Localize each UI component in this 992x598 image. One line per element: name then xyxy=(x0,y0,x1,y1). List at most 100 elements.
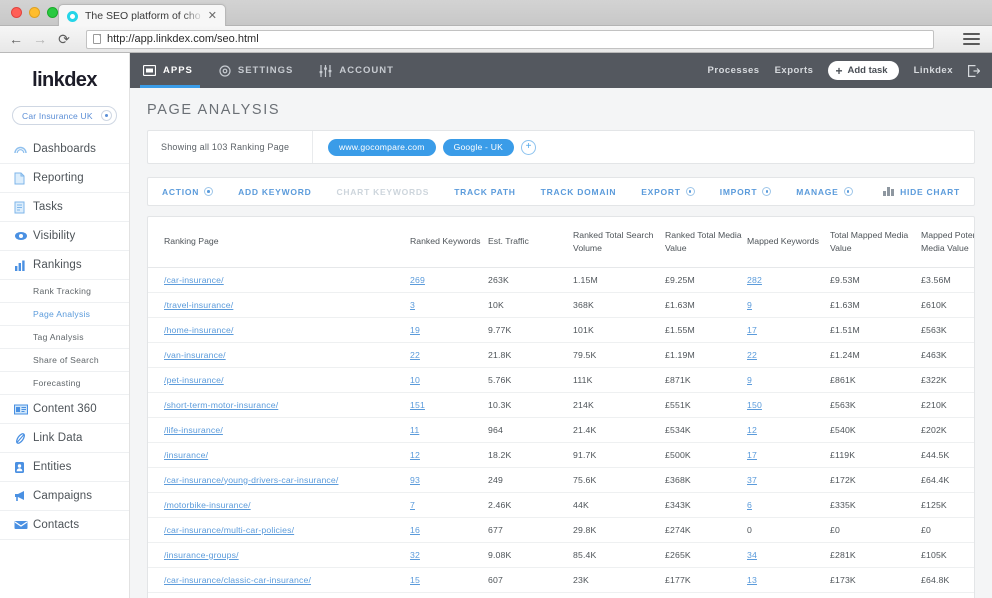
cell-ranking-page[interactable]: /car-insurance/ xyxy=(148,267,410,293)
hide-chart-button[interactable]: HIDE CHART xyxy=(883,187,960,197)
cell-ranked-keywords[interactable]: 15 xyxy=(410,567,488,593)
column-header-ranked-total-search-volume[interactable]: Ranked Total Search Volume xyxy=(573,217,665,268)
cell-mapped-keywords-link[interactable]: 22 xyxy=(747,350,757,360)
cell-ranked-keywords[interactable]: 11 xyxy=(410,417,488,443)
browser-menu-icon[interactable] xyxy=(963,33,980,45)
sidebar-item-contacts[interactable]: Contacts xyxy=(0,511,129,540)
table-row[interactable]: /car-insurance/classic-car-insurance/15 6… xyxy=(148,567,974,593)
cell-ranking-page[interactable]: /insurance/ xyxy=(148,442,410,468)
cell-ranked-keywords[interactable]: 22 xyxy=(410,342,488,368)
cell-ranked-keywords-link[interactable]: 32 xyxy=(410,550,420,560)
cell-mapped-keywords-link[interactable]: 6 xyxy=(747,500,752,510)
cell-ranked-keywords[interactable]: 3 xyxy=(410,292,488,318)
action-button[interactable]: ACTION xyxy=(162,187,214,197)
column-header-est-traffic[interactable]: Est. Traffic xyxy=(488,217,573,268)
column-header-total-mapped-media-value[interactable]: Total Mapped Media Value xyxy=(830,217,921,268)
cell-ranked-keywords-link[interactable]: 15 xyxy=(410,575,420,585)
cell-ranking-page-link[interactable]: /car-insurance/multi-car-policies/ xyxy=(164,525,294,535)
table-row[interactable]: /van-insurance/22 21.8K 79.5K £1.19M 22 £1.24… xyxy=(148,342,974,368)
cell-ranking-page-link[interactable]: /car-insurance/classic-car-insurance/ xyxy=(164,575,311,585)
table-row[interactable]: /travel-insurance/3 10K 368K £1.63M 9 £1.63M £… xyxy=(148,292,974,318)
cell-ranked-keywords-link[interactable]: 16 xyxy=(410,525,420,535)
track-domain-button[interactable]: TRACK DOMAIN xyxy=(541,187,617,197)
cell-ranking-page[interactable]: /car-insurance/multi-car-policies/ xyxy=(148,517,410,543)
filter-chip-domain[interactable]: www.gocompare.com xyxy=(328,138,436,156)
cell-ranked-keywords[interactable]: 269 xyxy=(410,267,488,293)
close-icon[interactable]: ✕ xyxy=(208,10,217,22)
sidebar-item-content-360[interactable]: Content 360 xyxy=(0,395,129,424)
sidebar-item-visibility[interactable]: Visibility xyxy=(0,222,129,251)
cell-ranking-page-link[interactable]: /home-insurance/ xyxy=(164,325,234,335)
cell-ranked-keywords[interactable]: 10 xyxy=(410,367,488,393)
sidebar-item-campaigns[interactable]: Campaigns xyxy=(0,482,129,511)
cell-ranked-keywords[interactable]: 24 xyxy=(410,592,488,598)
cell-mapped-keywords[interactable]: 282 xyxy=(747,267,830,293)
import-button[interactable]: IMPORT xyxy=(720,187,772,197)
cell-ranking-page-link[interactable]: /motorbike-insurance/ xyxy=(164,500,251,510)
cell-ranked-keywords-link[interactable]: 7 xyxy=(410,500,415,510)
sidebar-item-dashboards[interactable]: Dashboards xyxy=(0,135,129,164)
logo[interactable]: linkdex xyxy=(0,53,129,106)
cell-mapped-keywords-link[interactable]: 12 xyxy=(747,425,757,435)
exports-link[interactable]: Exports xyxy=(775,65,814,76)
cell-mapped-keywords-link[interactable]: 17 xyxy=(747,325,757,335)
cell-mapped-keywords-link[interactable]: 282 xyxy=(747,275,762,285)
close-window-button[interactable] xyxy=(11,7,22,18)
track-path-button[interactable]: TRACK PATH xyxy=(454,187,515,197)
table-row[interactable]: /motorbike-insurance/7 2.46K 44K £343K 6 £335… xyxy=(148,492,974,518)
add-filter-icon[interactable]: + xyxy=(521,139,537,155)
table-row[interactable]: /home-insurance/19 9.77K 101K £1.55M 17 £1.51… xyxy=(148,317,974,343)
sidebar-item-reporting[interactable]: Reporting xyxy=(0,164,129,193)
cell-ranking-page[interactable]: /home-insurance/ xyxy=(148,317,410,343)
cell-ranking-page-link[interactable]: /insurance/ xyxy=(164,450,208,460)
table-row[interactable]: /short-term-motor-insurance/151 10.3K 214K… xyxy=(148,392,974,418)
cell-ranked-keywords-link[interactable]: 3 xyxy=(410,300,415,310)
column-header-mapped-potential-media-value[interactable]: Mapped Potential Media Value xyxy=(921,217,974,268)
table-row[interactable]: /car-insurance/young-drivers-car-insuran… xyxy=(148,467,974,493)
table-row[interactable]: /life-insurance/11 964 21.4K £534K 12 £540K £2… xyxy=(148,417,974,443)
export-button[interactable]: EXPORT xyxy=(641,187,695,197)
browser-tab[interactable]: The SEO platform of cho ✕ xyxy=(58,4,226,27)
cell-mapped-keywords[interactable]: 9 xyxy=(747,292,830,318)
add-keyword-button[interactable]: ADD KEYWORD xyxy=(238,187,311,197)
cell-ranked-keywords[interactable]: 19 xyxy=(410,317,488,343)
cell-mapped-keywords[interactable]: 17 xyxy=(747,317,830,343)
cell-mapped-keywords[interactable]: 6 xyxy=(747,492,830,518)
cell-ranking-page-link[interactable]: /life-insurance/ xyxy=(164,425,223,435)
cell-ranked-keywords[interactable]: 32 xyxy=(410,542,488,568)
cell-ranking-page[interactable]: /car-insurance/young-drivers-car-insuran… xyxy=(148,467,410,493)
sidebar-item-tasks[interactable]: Tasks xyxy=(0,193,129,222)
cell-ranking-page[interactable]: /life-insurance/ xyxy=(148,417,410,443)
window-controls[interactable] xyxy=(11,7,58,18)
cell-ranked-keywords-link[interactable]: 19 xyxy=(410,325,420,335)
sidebar-item-rankings[interactable]: Rankings xyxy=(0,251,129,280)
cell-mapped-keywords[interactable]: 22 xyxy=(747,342,830,368)
sidebar-item-share-of-search[interactable]: Share of Search xyxy=(0,349,129,372)
cell-mapped-keywords[interactable]: 3 xyxy=(747,592,830,598)
column-header-ranked-keywords[interactable]: Ranked Keywords xyxy=(410,217,488,268)
tab-account[interactable]: ACCOUNT xyxy=(306,53,407,88)
cell-mapped-keywords[interactable]: 13 xyxy=(747,567,830,593)
cell-ranked-keywords-link[interactable]: 11 xyxy=(410,425,419,435)
user-name[interactable]: Linkdex xyxy=(914,65,953,76)
table-row[interactable]: /car-insurance/multi-car-policies/16 677 2… xyxy=(148,517,974,543)
tab-apps[interactable]: APPS xyxy=(130,53,206,88)
cell-ranking-page[interactable]: /insurance-groups/ xyxy=(148,542,410,568)
cell-mapped-keywords-link[interactable]: 9 xyxy=(747,300,752,310)
cell-ranking-page-link[interactable]: /car-insurance/ xyxy=(164,275,224,285)
filter-chip-engine[interactable]: Google - UK xyxy=(442,138,515,156)
cell-mapped-keywords[interactable]: 37 xyxy=(747,467,830,493)
cell-ranking-page[interactable]: /motorbike-insurance/ xyxy=(148,492,410,518)
table-row[interactable]: /pet-insurance/10 5.76K 111K £871K 9 £861K £32… xyxy=(148,367,974,393)
cell-ranking-page-link[interactable]: /short-term-motor-insurance/ xyxy=(164,400,278,410)
column-header-mapped-keywords[interactable]: Mapped Keywords xyxy=(747,217,830,268)
cell-ranked-keywords[interactable]: 7 xyxy=(410,492,488,518)
cell-ranking-page-link[interactable]: /insurance-groups/ xyxy=(164,550,239,560)
cell-ranking-page-link[interactable]: /car-insurance/young-drivers-car-insuran… xyxy=(164,475,338,485)
reload-icon[interactable]: ⟳ xyxy=(54,31,74,48)
cell-mapped-keywords[interactable]: 12 xyxy=(747,417,830,443)
cell-ranked-keywords-link[interactable]: 22 xyxy=(410,350,420,360)
cell-ranked-keywords-link[interactable]: 151 xyxy=(410,400,425,410)
cell-ranking-page[interactable]: /travel-insurance/ xyxy=(148,292,410,318)
address-bar[interactable]: http://app.linkdex.com/seo.html xyxy=(86,29,934,49)
